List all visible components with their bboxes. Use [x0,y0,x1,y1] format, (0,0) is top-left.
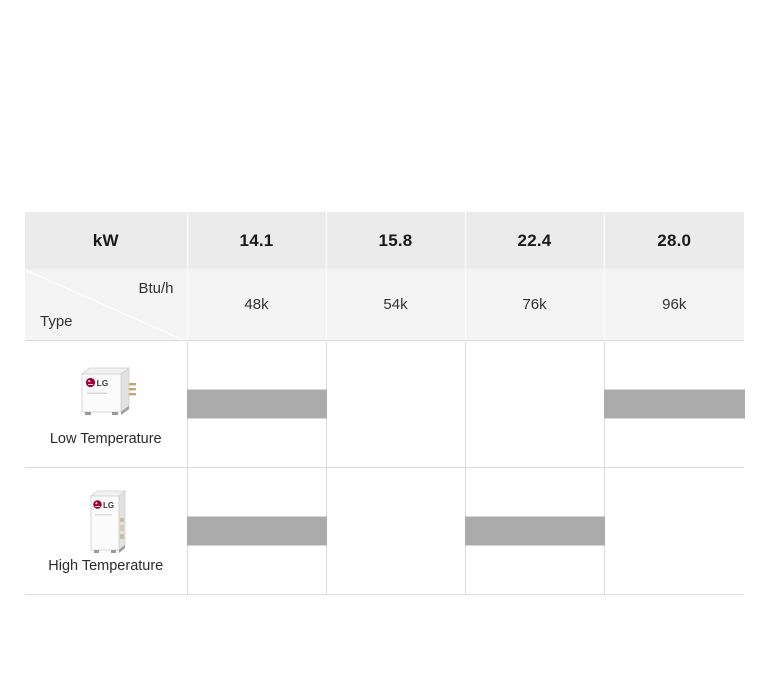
svg-text:LG: LG [96,378,108,388]
lg-hydro-kit-low-temperature-unit-icon: LG [71,361,141,423]
availability-cell-high-14-1 [186,467,327,595]
availability-bar [186,389,327,419]
lg-hydro-kit-high-temperature-unit-icon: LG [71,488,141,553]
availability-bar [186,516,327,546]
availability-bar [603,389,745,419]
availability-cell-low-28-0 [603,340,745,468]
product-type-label: Low Temperature [49,431,162,447]
header-capacity-btu-1: 48k [187,269,327,341]
availability-cell-low-22-4 [465,340,605,468]
product-type-label: High Temperature [48,558,164,574]
page-root: kW 14.1 15.8 22.4 28.0 Btu/h Type 48k 54… [0,0,768,675]
product-type-cell-high-temperature: LG High Temperature [25,467,188,595]
header-capacity-kw-1: 14.1 [187,212,327,269]
header-unit-btu: Btu/h [138,280,174,297]
table-header-row-btu: Btu/h Type 48k 54k 76k 96k [25,269,744,341]
availability-cell-high-28-0 [604,467,744,595]
product-type-cell-low-temperature: LG Low Temperature [25,340,188,468]
availability-cell-low-15-8 [326,340,466,468]
availability-bar [464,516,605,546]
header-capacity-kw-2: 15.8 [326,212,466,269]
header-capacity-kw-3: 22.4 [465,212,605,269]
table-row: LG [25,467,744,595]
availability-cell-low-14-1 [186,340,327,468]
header-type-btu-split-cell: Btu/h Type [25,269,188,341]
header-unit-kw: kW [25,212,188,269]
availability-cell-high-15-8 [326,467,466,595]
header-capacity-btu-3: 76k [465,269,605,341]
table-row: LG [25,340,745,468]
svg-text:LG: LG [103,501,114,510]
header-capacity-kw-4: 28.0 [604,212,744,269]
table-header-row-kw: kW 14.1 15.8 22.4 28.0 [25,212,744,269]
header-capacity-btu-2: 54k [326,269,466,341]
header-type-label: Type [40,313,73,330]
capacity-table: kW 14.1 15.8 22.4 28.0 Btu/h Type 48k 54… [25,212,745,595]
header-capacity-btu-4: 96k [604,269,744,341]
availability-cell-high-22-4 [464,467,605,595]
